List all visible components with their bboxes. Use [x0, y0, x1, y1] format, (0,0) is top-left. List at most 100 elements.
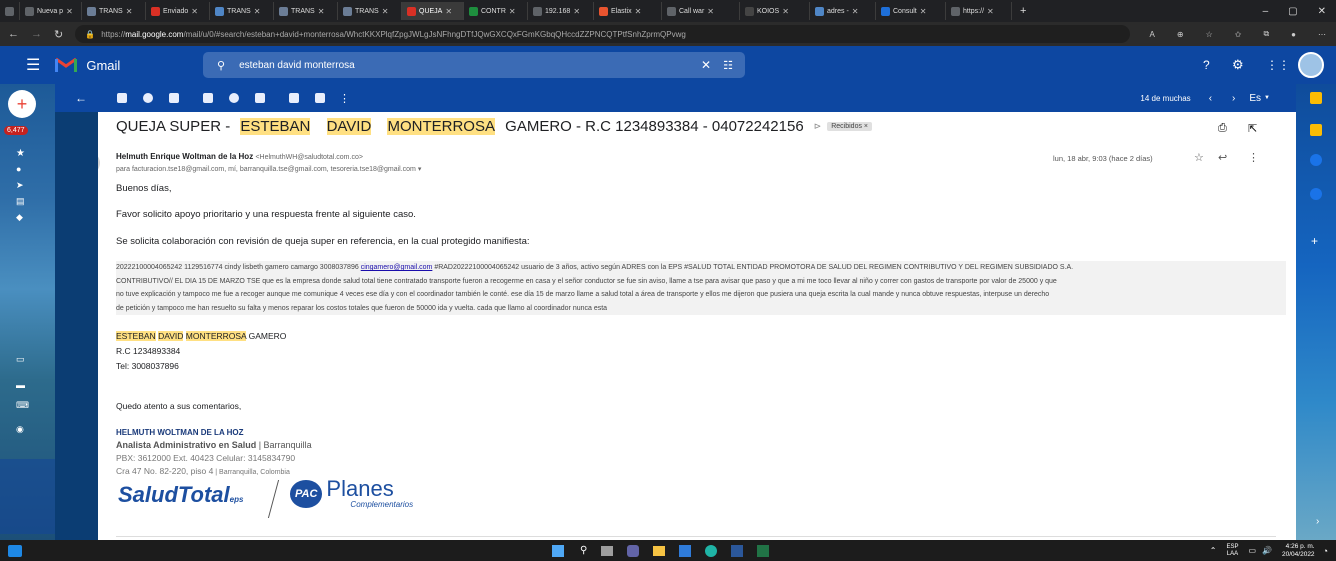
close-icon[interactable]: ✕	[126, 7, 133, 16]
reload-icon[interactable]: ↻	[54, 28, 63, 41]
language-indicator[interactable]: ESP LAA	[1226, 544, 1238, 558]
more-vert-icon[interactable]: ⋮	[1248, 151, 1259, 164]
volume-icon[interactable]: 🔊	[1262, 546, 1272, 555]
drafts-icon[interactable]: ▤	[16, 196, 25, 207]
browser-tab[interactable]: KOIOS ✕	[740, 2, 810, 20]
starred-icon[interactable]: ★	[16, 148, 25, 159]
importance-marker-icon[interactable]: ⊳	[814, 121, 822, 132]
close-icon[interactable]: ✕	[852, 7, 859, 16]
keep-icon[interactable]	[1310, 124, 1322, 136]
input-tools-lang[interactable]: Es	[1249, 93, 1261, 104]
search-bar[interactable]: ⚲ esteban david monterrosa ✕ ☷	[203, 52, 745, 78]
close-icon[interactable]: ✕	[254, 7, 261, 16]
more-icon[interactable]: ⋯	[1318, 30, 1326, 39]
browser-tab[interactable]: Elastix ✕	[594, 2, 662, 20]
gmail-logo-icon[interactable]	[54, 57, 78, 73]
contacts-icon[interactable]	[1310, 188, 1322, 200]
forward-icon[interactable]: →	[31, 28, 42, 40]
back-to-search-icon[interactable]: ←	[75, 91, 87, 105]
zoom-icon[interactable]: ⊕	[1177, 30, 1184, 39]
newer-icon[interactable]: ‹	[1209, 93, 1212, 104]
chat-icon[interactable]: ▭	[16, 354, 25, 365]
hangouts-panel[interactable]	[0, 459, 55, 534]
star-icon[interactable]: ☆	[1194, 151, 1204, 164]
close-icon[interactable]: ✕	[318, 7, 325, 16]
tasks-icon[interactable]	[1310, 154, 1322, 166]
close-icon[interactable]: ✕	[382, 7, 389, 16]
report-spam-icon[interactable]	[143, 93, 153, 103]
sent-icon[interactable]: ➤	[16, 180, 24, 191]
close-icon[interactable]: ✕	[509, 7, 516, 16]
snooze-icon[interactable]	[229, 93, 239, 103]
reply-icon[interactable]: ↩	[1218, 151, 1227, 164]
chevron-up-icon[interactable]: ⌃	[1210, 546, 1217, 555]
browser-tab[interactable]: TRANS ✕	[338, 2, 402, 20]
inbox-label-chip[interactable]: Recibidos ×	[827, 122, 873, 131]
tab-menu[interactable]	[0, 2, 20, 20]
close-window-button[interactable]: ✕	[1308, 6, 1336, 17]
help-icon[interactable]: ?	[1203, 58, 1210, 72]
browser-tab[interactable]: CONTR ✕	[464, 2, 528, 20]
browser-tab[interactable]: Nueva p ✕	[20, 2, 82, 20]
keyboard-icon[interactable]: ⌨	[16, 400, 29, 411]
delete-icon[interactable]	[169, 93, 179, 103]
close-icon[interactable]: ✕	[987, 7, 994, 16]
more-options-icon[interactable]: ⋮	[339, 92, 350, 105]
hangouts-icon[interactable]: ◉	[16, 424, 24, 435]
main-menu-icon[interactable]: ☰	[26, 55, 40, 75]
read-aloud-icon[interactable]: A	[1150, 30, 1155, 39]
recipients-line[interactable]: para facturacion.tse18@gmail.com, mí, ba…	[116, 165, 421, 173]
collections-icon[interactable]: ⧉	[1263, 29, 1269, 39]
task-view-icon[interactable]	[601, 545, 614, 556]
restore-button[interactable]: ▢	[1278, 6, 1307, 17]
add-addon-icon[interactable]: +	[1311, 234, 1318, 248]
profile-icon[interactable]: ●	[1291, 30, 1296, 39]
browser-tab-active[interactable]: QUEJA ✕	[402, 2, 464, 20]
teams-icon[interactable]	[627, 544, 640, 557]
older-icon[interactable]: ›	[1232, 93, 1235, 104]
file-explorer-icon[interactable]	[653, 545, 666, 556]
store-icon[interactable]	[679, 544, 692, 557]
new-tab-button[interactable]: +	[1012, 5, 1034, 17]
settings-gear-icon[interactable]: ⚙	[1232, 57, 1244, 73]
mark-unread-icon[interactable]	[203, 93, 213, 103]
browser-tab[interactable]: https://✕	[946, 2, 1012, 20]
calendar-icon[interactable]	[1310, 92, 1322, 104]
chevron-down-icon[interactable]: ▼	[1264, 95, 1270, 101]
clear-search-icon[interactable]: ✕	[701, 58, 711, 72]
search-icon[interactable]: ⚲	[217, 59, 225, 72]
labels-icon[interactable]	[315, 93, 325, 103]
notifications-icon[interactable]: ◔	[1323, 546, 1328, 556]
browser-tab[interactable]: Enviado ✕	[146, 2, 210, 20]
email-link[interactable]: cingamero@gmail.com	[361, 264, 433, 271]
excel-icon[interactable]	[757, 544, 770, 557]
widgets-icon[interactable]	[8, 544, 22, 557]
compose-button[interactable]: +	[8, 90, 36, 118]
browser-tab[interactable]: TRANS ✕	[274, 2, 338, 20]
url-field[interactable]: 🔒 https://mail.google.com/mail/u/0/#sear…	[75, 25, 1130, 43]
network-icon[interactable]: ▭	[1248, 546, 1256, 555]
browser-tab[interactable]: 192.168 ✕	[528, 2, 594, 20]
browser-tab[interactable]: Consult ✕	[876, 2, 946, 20]
label-icon[interactable]: ◆	[16, 212, 23, 223]
archive-icon[interactable]	[117, 93, 127, 103]
chevron-down-icon[interactable]: ▾	[418, 166, 422, 173]
browser-tab[interactable]: adres - ✕	[810, 2, 876, 20]
close-icon[interactable]: ✕	[782, 7, 789, 16]
favorites-bar-icon[interactable]: ✩	[1235, 30, 1242, 39]
apps-grid-icon[interactable]: ⋮⋮	[1266, 58, 1290, 72]
sender-name[interactable]: Helmuth Enrique Woltman de la Hoz	[116, 152, 253, 161]
snoozed-icon[interactable]: ●	[16, 164, 21, 174]
search-options-icon[interactable]: ☷	[723, 59, 733, 72]
search-input[interactable]: esteban david monterrosa	[239, 60, 355, 71]
browser-tab[interactable]: Call war ✕	[662, 2, 740, 20]
expand-panel-icon[interactable]: ›	[1316, 516, 1319, 527]
minimize-button[interactable]: –	[1253, 6, 1279, 17]
search-icon[interactable]: ⚲	[580, 545, 587, 556]
meet-icon[interactable]: ▬	[16, 380, 25, 390]
print-icon[interactable]: ⎙	[1218, 122, 1227, 135]
edge-icon[interactable]	[705, 544, 718, 557]
clock[interactable]: 4:26 p. m. 20/04/2022	[1282, 543, 1315, 559]
close-icon[interactable]: ✕	[573, 7, 580, 16]
avatar[interactable]	[1298, 52, 1324, 78]
